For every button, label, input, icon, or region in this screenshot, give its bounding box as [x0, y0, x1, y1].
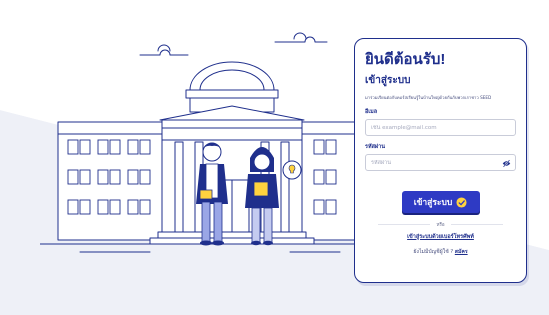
phone-login-link[interactable]: เข้าสู่ระบบด้วยเบอร์โทรศัพท์ — [365, 233, 516, 241]
password-field-wrapper — [365, 154, 516, 171]
lightbulb-icon — [282, 160, 302, 180]
password-label: รหัสผ่าน — [365, 144, 386, 150]
email-label: อีเมล — [365, 109, 378, 115]
email-field[interactable] — [371, 124, 510, 131]
login-card: ยินดีต้อนรับ! เข้าสู่ระบบ มาร่วมเรียนต่อ… — [354, 38, 527, 283]
no-account-text: ยังไม่มีบัญชีผู้ใช้ ? — [413, 249, 454, 255]
login-subtitle: มาร่วมเรียนต่อกับคอร์สเรียนรู้ในบ้านใหญ่… — [365, 95, 492, 100]
cloud-icon — [274, 36, 328, 43]
signup-row: ยังไม่มีบัญชีผู้ใช้ ? สมัคร — [365, 248, 516, 256]
divider-line — [378, 224, 431, 225]
password-field[interactable] — [371, 159, 510, 166]
login-button[interactable]: เข้าสู่ระบบ — [401, 191, 480, 213]
cloud-icon — [139, 49, 189, 56]
welcome-heading: ยินดีต้อนรับ! — [365, 51, 446, 68]
university-illustration — [40, 32, 370, 253]
divider-line — [450, 224, 503, 225]
signup-link[interactable]: สมัคร — [455, 249, 468, 255]
email-field-wrapper — [365, 119, 516, 136]
login-button-label: เข้าสู่ระบบ — [413, 197, 453, 207]
eye-slash-icon[interactable] — [502, 159, 511, 168]
login-title: เข้าสู่ระบบ — [365, 75, 411, 86]
or-divider: หรือ — [365, 221, 516, 228]
or-text: หรือ — [436, 223, 445, 228]
yellow-badge-icon — [456, 196, 467, 208]
